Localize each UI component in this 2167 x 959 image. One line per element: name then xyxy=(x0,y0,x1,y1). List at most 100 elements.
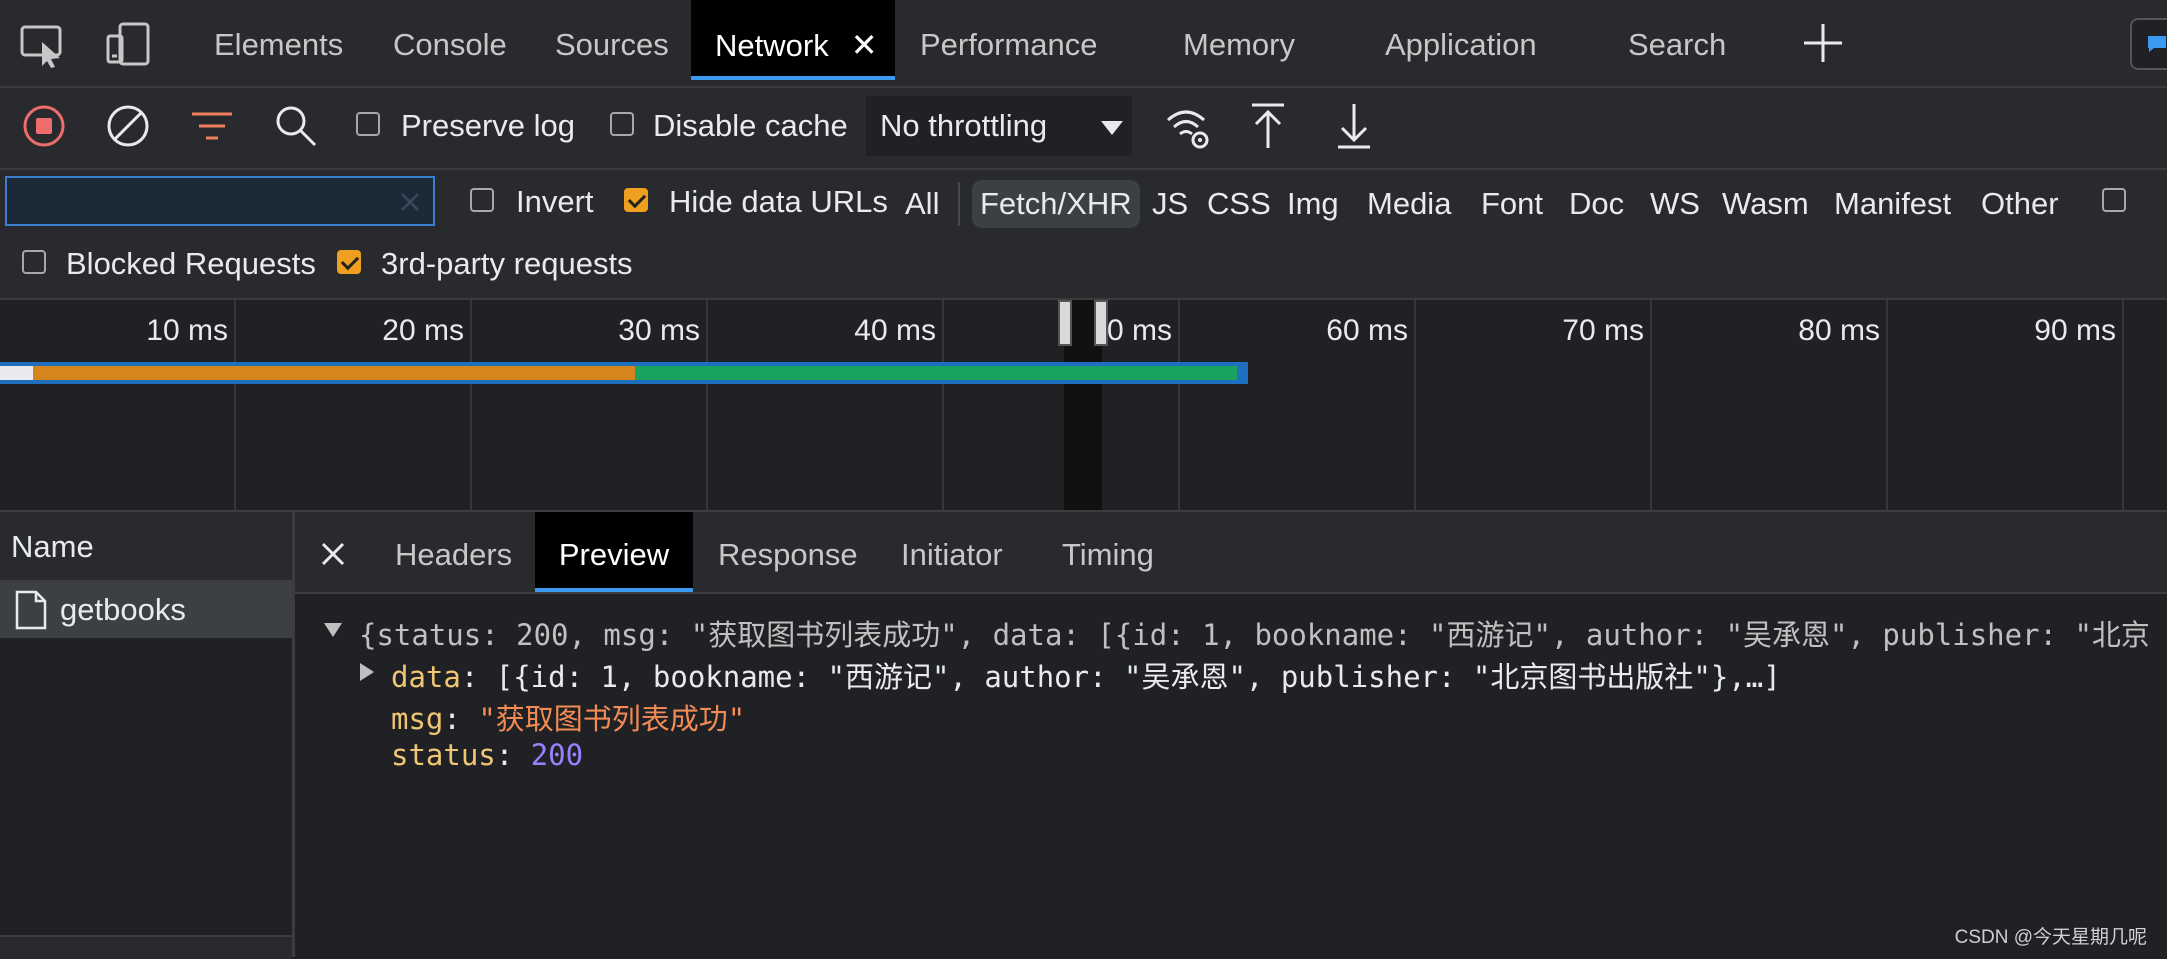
timeline-tick-label: 10 ms xyxy=(146,314,228,347)
timeline-gridline xyxy=(234,300,236,510)
timeline-gridline xyxy=(1414,300,1416,510)
timeline-tick-label: 90 ms xyxy=(2034,314,2116,347)
filter-type-fetch-xhr[interactable]: Fetch/XHR xyxy=(972,180,1140,228)
timeline-tick-label: 30 ms xyxy=(618,314,700,347)
blocked-requests-checkbox[interactable] xyxy=(22,250,46,274)
filter-type-font[interactable]: Font xyxy=(1481,180,1543,228)
request-list: Name getbooks xyxy=(0,512,295,959)
filter-type-css[interactable]: CSS xyxy=(1207,180,1271,228)
third-party-label: 3rd-party requests xyxy=(381,246,633,281)
clear-icon[interactable] xyxy=(106,104,150,148)
filter-input[interactable] xyxy=(5,176,435,226)
chevron-down-icon xyxy=(1101,121,1123,135)
feedback-icon xyxy=(2148,36,2166,52)
filter-type-media[interactable]: Media xyxy=(1367,180,1451,228)
timeline-gridline xyxy=(470,300,472,510)
network-conditions-icon[interactable] xyxy=(1164,106,1212,150)
tab-network-label: Network xyxy=(715,28,829,63)
feedback-button[interactable] xyxy=(2130,18,2167,70)
preserve-log-checkbox[interactable] xyxy=(356,112,380,136)
preview-summary[interactable]: {status: 200, msg: "获取图书列表成功", data: [{i… xyxy=(359,612,2150,654)
waterfall-download-segment xyxy=(635,366,1237,380)
name-column-header: Name xyxy=(11,529,94,564)
invert-checkbox[interactable] xyxy=(470,188,494,212)
tab-search[interactable]: Search xyxy=(1628,0,1726,84)
msg-value: "获取图书列表成功" xyxy=(478,702,746,736)
tab-network[interactable]: Network ✕ xyxy=(691,0,895,80)
devtools-tab-bar: Elements Console Sources Network ✕ Perfor… xyxy=(0,0,2167,88)
collapse-triangle-icon[interactable] xyxy=(323,622,343,638)
preview-msg-row[interactable]: msg: "获取图书列表成功" xyxy=(391,696,745,738)
hide-data-urls-checkbox[interactable] xyxy=(624,188,648,212)
filter-divider xyxy=(958,182,960,226)
tab-response[interactable]: Response xyxy=(718,512,858,592)
timeline-left-handle[interactable] xyxy=(1058,300,1072,346)
close-detail-icon[interactable] xyxy=(321,542,345,566)
hide-data-urls-label: Hide data URLs xyxy=(669,184,888,219)
timeline-right-handle[interactable] xyxy=(1094,300,1108,346)
tab-initiator[interactable]: Initiator xyxy=(901,512,1003,592)
request-detail-tabs: Headers Preview Response Initiator Timin… xyxy=(295,512,2167,594)
disable-cache-label: Disable cache xyxy=(653,108,848,143)
tab-memory[interactable]: Memory xyxy=(1183,0,1295,84)
filter-type-img[interactable]: Img xyxy=(1287,180,1339,228)
watermark: CSDN @今天星期几呢 xyxy=(1954,927,2147,948)
blocked-requests-label: Blocked Requests xyxy=(66,246,316,281)
filter-type-all[interactable]: All xyxy=(905,180,939,228)
data-key: data xyxy=(391,660,461,694)
timeline-gridline xyxy=(2122,300,2124,510)
data-value: [{id: 1, bookname: "西游记", author: "吴承恩",… xyxy=(495,660,1781,694)
preview-panel: {status: 200, msg: "获取图书列表成功", data: [{i… xyxy=(295,594,2167,957)
device-toolbar-icon[interactable] xyxy=(106,22,150,68)
tab-timing[interactable]: Timing xyxy=(1062,512,1154,592)
tab-sources[interactable]: Sources xyxy=(555,0,669,84)
tab-preview[interactable]: Preview xyxy=(535,512,693,592)
tab-console[interactable]: Console xyxy=(393,0,507,84)
request-list-header[interactable]: Name xyxy=(0,512,292,582)
third-party-checkbox[interactable] xyxy=(337,250,361,274)
expand-triangle-icon[interactable] xyxy=(359,662,375,682)
request-list-scrollbar[interactable] xyxy=(0,935,292,959)
filter-type-js[interactable]: JS xyxy=(1152,180,1188,228)
import-har-icon[interactable] xyxy=(1248,102,1288,150)
stop-recording-icon[interactable] xyxy=(22,104,66,148)
document-icon xyxy=(15,590,47,630)
request-row-getbooks[interactable]: getbooks xyxy=(0,582,292,638)
filter-type-manifest[interactable]: Manifest xyxy=(1834,180,1951,228)
add-tab-icon[interactable] xyxy=(1802,22,1844,64)
filter-type-other[interactable]: Other xyxy=(1981,180,2059,228)
filter-type-wasm[interactable]: Wasm xyxy=(1722,180,1809,228)
has-blocked-cookies-checkbox[interactable] xyxy=(2102,188,2126,212)
preview-status-row[interactable]: status: 200 xyxy=(391,738,583,772)
tab-performance[interactable]: Performance xyxy=(920,0,1097,84)
export-har-icon[interactable] xyxy=(1334,102,1374,150)
filter-bar: Invert Hide data URLs All Fetch/XHR JS C… xyxy=(0,170,2167,300)
network-toolbar: Preserve log Disable cache No throttling xyxy=(0,88,2167,170)
timeline-tick-label: 60 ms xyxy=(1326,314,1408,347)
timeline-gridline xyxy=(1886,300,1888,510)
search-icon[interactable] xyxy=(274,104,318,148)
waterfall-queue-segment xyxy=(0,366,34,380)
tab-application[interactable]: Application xyxy=(1385,0,1537,84)
timeline-gridline xyxy=(706,300,708,510)
tab-elements[interactable]: Elements xyxy=(214,0,343,84)
filter-type-doc[interactable]: Doc xyxy=(1569,180,1624,228)
clear-filter-icon[interactable] xyxy=(400,192,420,212)
throttling-select[interactable]: No throttling xyxy=(866,96,1132,156)
filter-type-ws[interactable]: WS xyxy=(1650,180,1700,228)
timeline-overview[interactable]: 10 ms 20 ms 30 ms 40 ms 50 ms 60 ms 70 m… xyxy=(0,300,2167,512)
timeline-gridline xyxy=(1178,300,1180,510)
timeline-tick-label: 20 ms xyxy=(382,314,464,347)
inspect-element-icon[interactable] xyxy=(20,24,66,68)
status-value: 200 xyxy=(530,738,584,772)
timeline-gridline xyxy=(942,300,944,510)
tab-headers[interactable]: Headers xyxy=(395,512,512,592)
timeline-gridline xyxy=(1650,300,1652,510)
invert-label: Invert xyxy=(516,184,594,219)
filter-icon[interactable] xyxy=(190,110,234,144)
preview-data-row[interactable]: data: [{id: 1, bookname: "西游记", author: … xyxy=(391,654,1781,696)
close-tab-icon[interactable]: ✕ xyxy=(851,27,878,63)
timeline-tick-label: 70 ms xyxy=(1562,314,1644,347)
disable-cache-checkbox[interactable] xyxy=(610,112,634,136)
request-name: getbooks xyxy=(60,592,186,627)
